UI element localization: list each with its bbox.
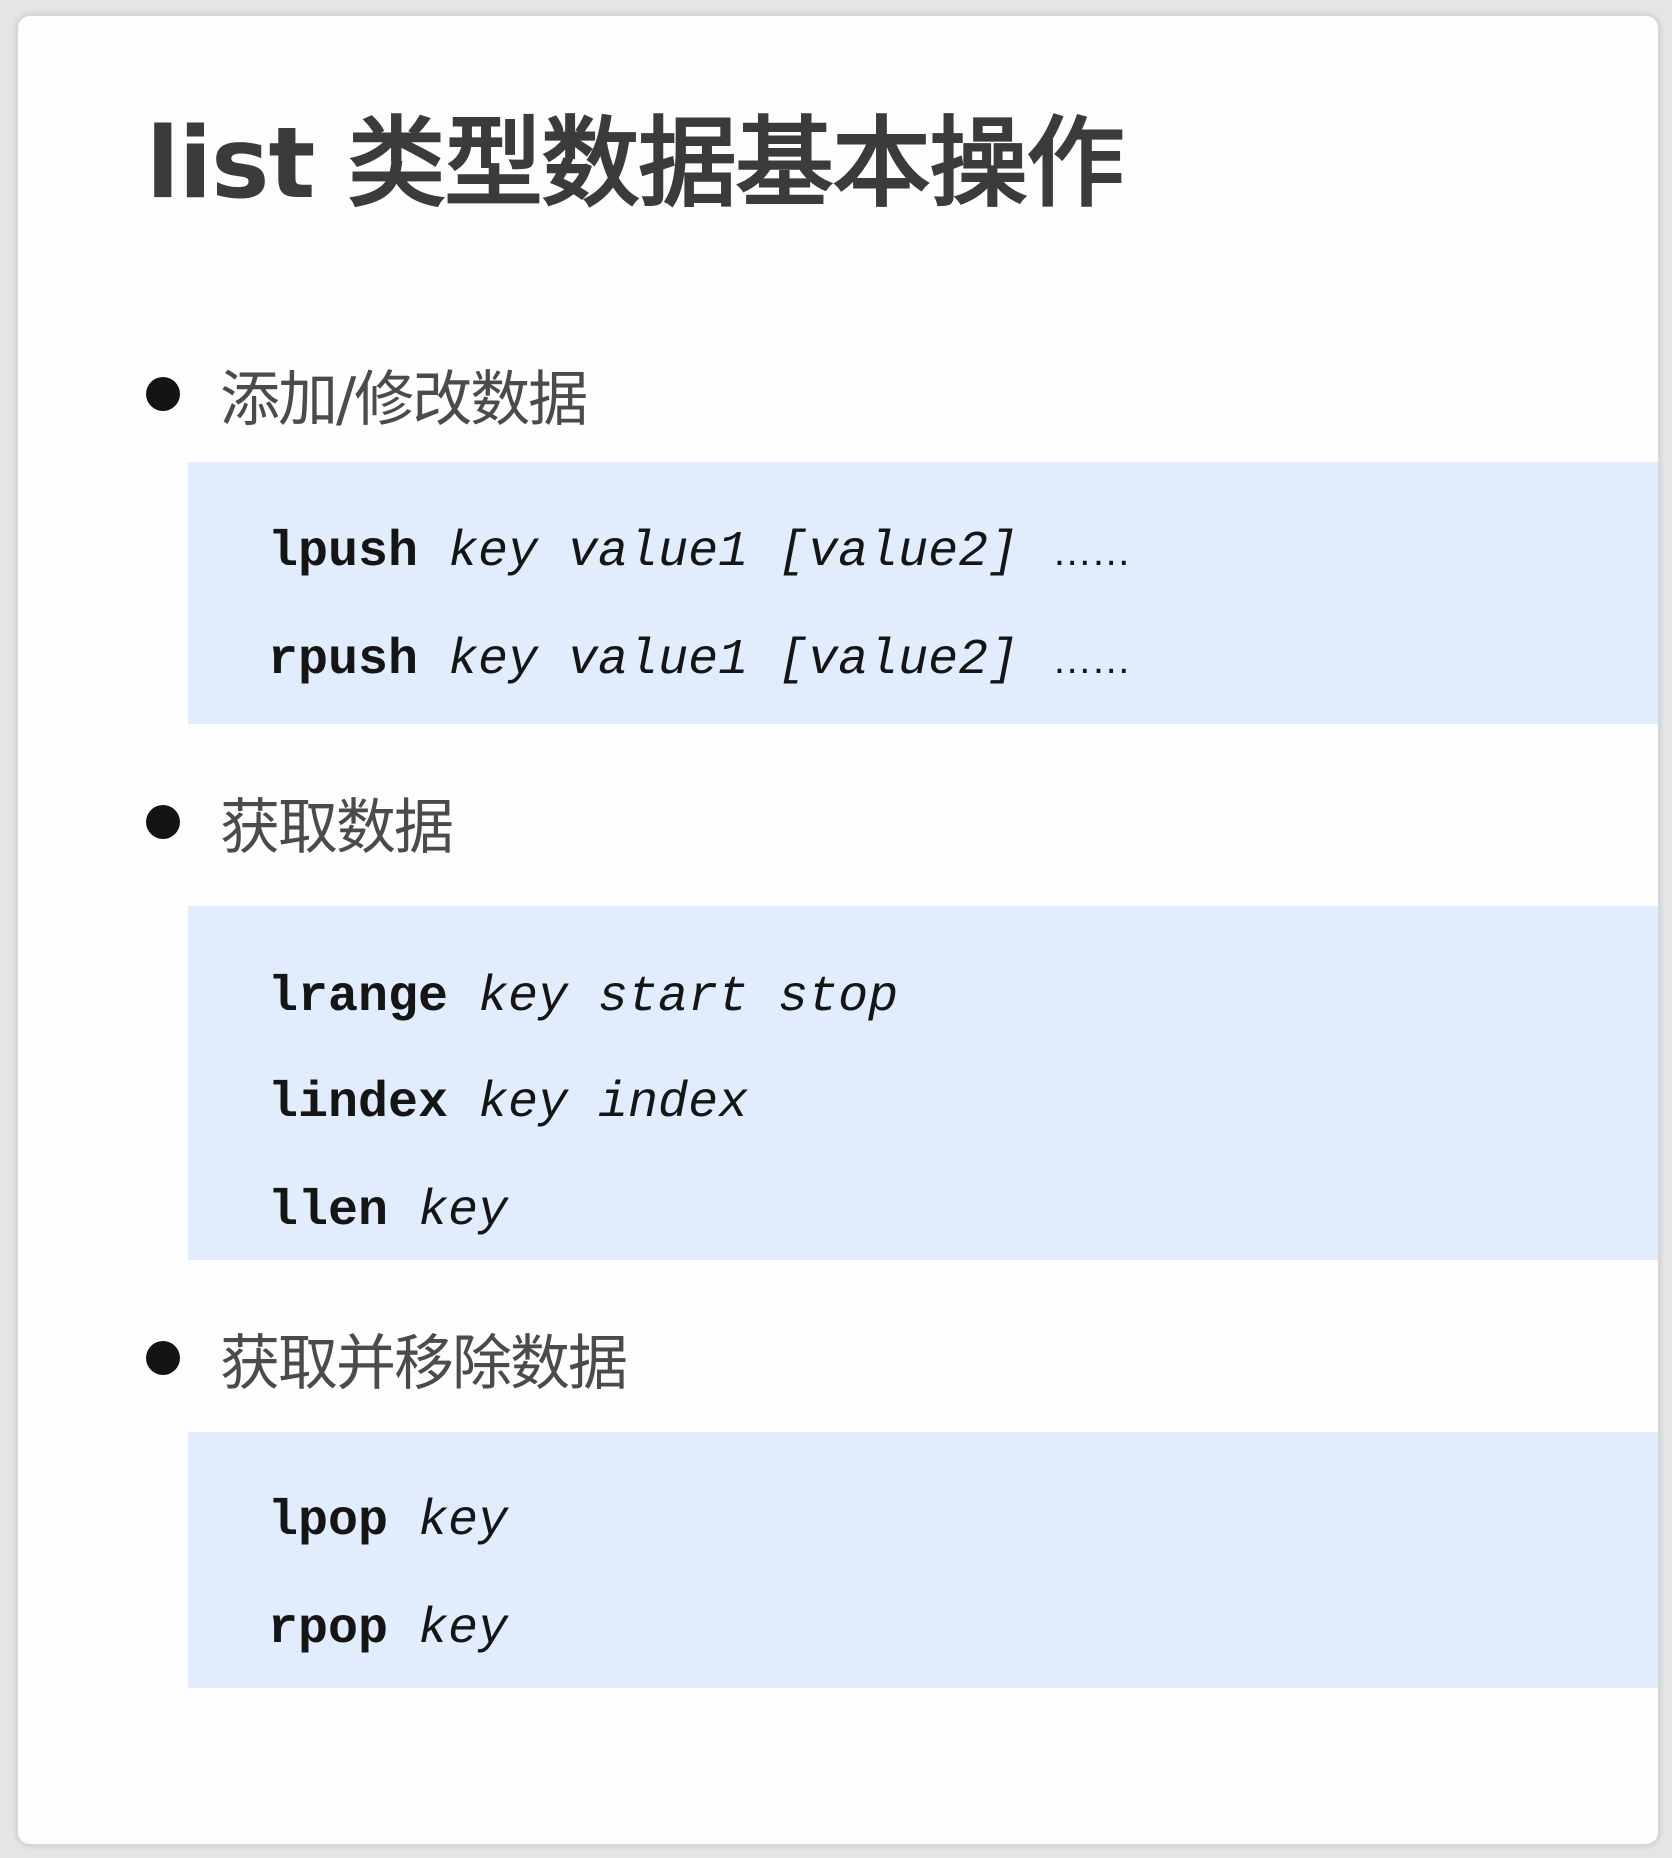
code-block: lrange key start stop lindex key index lle… — [188, 906, 1658, 1260]
section-heading: 添加/修改数据 — [146, 354, 588, 435]
command-line: lindex key index — [268, 1074, 748, 1134]
code-block: lpop key rpop key — [188, 1432, 1658, 1688]
bullet-icon — [146, 1341, 180, 1375]
bullet-icon — [146, 377, 180, 411]
command-name: lrange — [268, 969, 449, 1026]
command-line: lrange key start stop — [268, 968, 898, 1028]
page-title: list 类型数据基本操作 — [146, 107, 1124, 221]
command-args: key index — [478, 1075, 749, 1132]
command-ellipsis: …… — [1052, 638, 1131, 682]
code-block: lpush key value1 [value2] …… rpush key valu… — [188, 462, 1658, 724]
section-heading-label: 添加/修改数据 — [220, 364, 588, 435]
command-name: llen — [268, 1183, 389, 1240]
section-heading-label: 获取并移除数据 — [220, 1328, 628, 1399]
command-name: lpop — [268, 1493, 389, 1550]
command-name: lindex — [268, 1075, 449, 1132]
section-heading: 获取并移除数据 — [146, 1318, 628, 1399]
command-line: llen key — [268, 1182, 508, 1242]
section-heading: 获取数据 — [146, 782, 454, 863]
command-line: lpush key value1 [value2] …… — [268, 522, 1131, 583]
command-name: lpush — [268, 524, 419, 581]
command-args: key value1 [value2] — [448, 632, 1019, 689]
command-name: rpush — [268, 632, 419, 689]
command-line: rpop key — [268, 1600, 508, 1660]
command-line: rpush key value1 [value2] …… — [268, 630, 1131, 691]
command-line: lpop key — [268, 1492, 508, 1552]
command-args: key — [418, 1601, 509, 1658]
section-heading-label: 获取数据 — [220, 792, 454, 863]
command-name: rpop — [268, 1601, 389, 1658]
command-ellipsis: …… — [1052, 530, 1131, 574]
command-args: key value1 [value2] — [448, 524, 1019, 581]
slide: list 类型数据基本操作 添加/修改数据 lpush key value1 [v… — [16, 14, 1660, 1846]
command-args: key — [418, 1493, 509, 1550]
bullet-icon — [146, 805, 180, 839]
command-args: key start stop — [478, 969, 899, 1026]
command-args: key — [418, 1183, 509, 1240]
